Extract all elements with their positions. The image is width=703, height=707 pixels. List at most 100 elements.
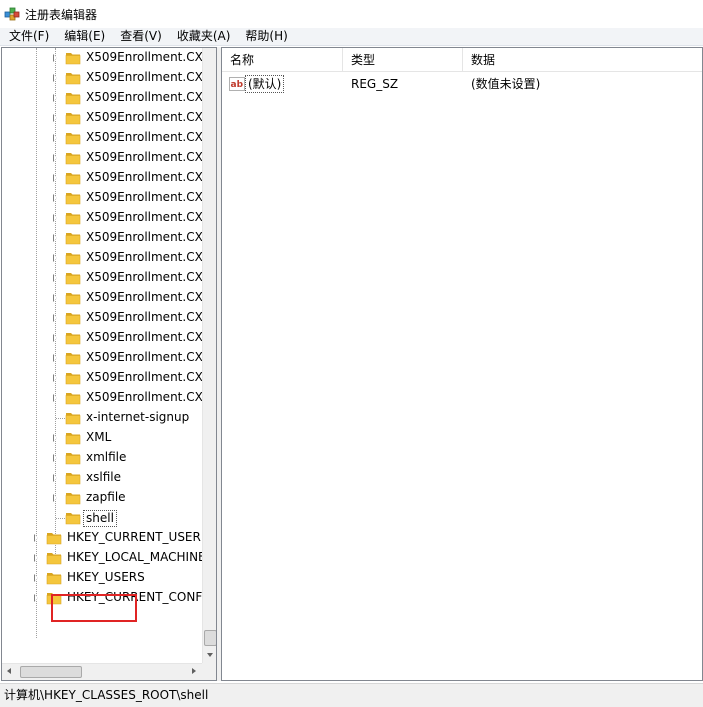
tree-item[interactable]: X509Enrollment.CX5 [2, 68, 202, 88]
column-header-type[interactable]: 类型 [343, 48, 463, 72]
tree-item[interactable]: X509Enrollment.CX5 [2, 288, 202, 308]
horizontal-scroll-thumb[interactable] [20, 666, 82, 678]
scroll-down-arrow-icon[interactable] [203, 647, 216, 663]
tree-item[interactable]: X509Enrollment.CX5 [2, 48, 202, 68]
list-row[interactable]: ab (默认) REG_SZ (数值未设置) [222, 73, 702, 95]
tree-vertical-scrollbar[interactable] [202, 48, 216, 663]
tree-horizontal-scrollbar[interactable] [2, 663, 202, 680]
tree-item-label: X509Enrollment.CX5 [86, 370, 202, 384]
folder-icon [65, 191, 81, 205]
expand-arrow-icon[interactable] [53, 494, 57, 502]
folder-icon [65, 511, 81, 525]
scroll-left-arrow-icon[interactable] [2, 664, 18, 680]
expand-arrow-icon[interactable] [34, 594, 38, 602]
tree-item-label: X509Enrollment.CX5 [86, 90, 202, 104]
tree-item[interactable]: X509Enrollment.CX5 [2, 248, 202, 268]
expand-arrow-icon[interactable] [34, 534, 38, 542]
tree-item[interactable]: X509Enrollment.CX5 [2, 348, 202, 368]
expand-arrow-icon[interactable] [34, 574, 38, 582]
expand-arrow-icon[interactable] [34, 554, 38, 562]
expand-arrow-icon[interactable] [53, 134, 57, 142]
expand-arrow-icon[interactable] [53, 94, 57, 102]
tree-item[interactable]: X509Enrollment.CX5 [2, 268, 202, 288]
tree-item[interactable]: X509Enrollment.CX5 [2, 328, 202, 348]
expand-arrow-icon[interactable] [53, 374, 57, 382]
expand-arrow-icon[interactable] [53, 174, 57, 182]
expand-arrow-icon[interactable] [53, 114, 57, 122]
folder-icon [65, 71, 81, 85]
menu-favorites[interactable]: 收藏夹(A) [169, 28, 238, 46]
folder-icon [65, 331, 81, 345]
menu-file[interactable]: 文件(F) [0, 28, 56, 46]
expand-arrow-icon[interactable] [53, 214, 57, 222]
expand-arrow-icon[interactable] [53, 154, 57, 162]
tree-item[interactable]: X509Enrollment.CX5 [2, 168, 202, 188]
folder-icon [65, 451, 81, 465]
tree-root-hive[interactable]: HKEY_CURRENT_USER [2, 528, 202, 548]
expand-arrow-icon[interactable] [53, 314, 57, 322]
expand-arrow-icon[interactable] [53, 434, 57, 442]
column-header-data[interactable]: 数据 [463, 48, 702, 72]
tree-item[interactable]: X509Enrollment.CX5 [2, 188, 202, 208]
tree-item-label: X509Enrollment.CX5 [86, 330, 202, 344]
tree-item[interactable]: x-internet-signup [2, 408, 202, 428]
expand-arrow-icon[interactable] [53, 354, 57, 362]
column-header-name[interactable]: 名称 [222, 48, 343, 72]
expand-arrow-icon[interactable] [53, 454, 57, 462]
tree-item[interactable]: XML [2, 428, 202, 448]
tree-root-hive[interactable]: HKEY_LOCAL_MACHINE [2, 548, 202, 568]
tree-item-label: X509Enrollment.CX5 [86, 70, 202, 84]
tree-item-label: XML [86, 430, 112, 444]
registry-tree-pane[interactable]: X509Enrollment.CX5 X509Enrollment.CX5 X509… [1, 47, 217, 681]
expand-arrow-icon[interactable] [53, 194, 57, 202]
tree-item[interactable]: X509Enrollment.CX5 [2, 108, 202, 128]
folder-icon [65, 391, 81, 405]
title-bar: 注册表编辑器 [0, 0, 703, 28]
value-name: (默认) [245, 75, 285, 93]
tree-item[interactable]: X509Enrollment.CX5 [2, 388, 202, 408]
tree-item-label: X509Enrollment.CX5 [86, 190, 202, 204]
tree-item[interactable]: zapfile [2, 488, 202, 508]
tree-root-hive[interactable]: HKEY_USERS [2, 568, 202, 588]
expand-arrow-icon[interactable] [53, 294, 57, 302]
expand-arrow-icon[interactable] [53, 234, 57, 242]
tree-item-label: xmlfile [86, 450, 127, 464]
scroll-right-arrow-icon[interactable] [186, 664, 202, 680]
tree-item[interactable]: X509Enrollment.CX5 [2, 208, 202, 228]
tree-item[interactable]: X509Enrollment.CX5 [2, 88, 202, 108]
tree-item[interactable]: X509Enrollment.CX5 [2, 228, 202, 248]
tree-item-label: x-internet-signup [86, 410, 190, 424]
tree-item-label: shell [83, 510, 117, 527]
tree-item-label: X509Enrollment.CX5 [86, 230, 202, 244]
expand-arrow-icon[interactable] [53, 274, 57, 282]
tree-root-label: HKEY_USERS [67, 570, 145, 584]
expand-arrow-icon[interactable] [53, 334, 57, 342]
menu-edit[interactable]: 编辑(E) [56, 28, 112, 46]
expand-arrow-icon[interactable] [53, 54, 57, 62]
tree-item[interactable]: X509Enrollment.CX5 [2, 368, 202, 388]
tree-item[interactable]: X509Enrollment.CX5 [2, 308, 202, 328]
menu-help[interactable]: 帮助(H) [237, 28, 294, 46]
status-bar: 计算机\HKEY_CLASSES_ROOT\shell [0, 683, 703, 707]
status-path: 计算机\HKEY_CLASSES_ROOT\shell [4, 688, 209, 702]
values-list-pane[interactable]: 名称 类型 数据 ab (默认) REG_SZ (数值未设置) [221, 47, 703, 681]
tree-item-label: X509Enrollment.CX5 [86, 390, 202, 404]
folder-icon [46, 551, 62, 565]
tree-item-label: X509Enrollment.CX5 [86, 50, 202, 64]
menu-bar: 文件(F) 编辑(E) 查看(V) 收藏夹(A) 帮助(H) [0, 28, 703, 46]
folder-icon [65, 131, 81, 145]
menu-view[interactable]: 查看(V) [112, 28, 169, 46]
tree-item[interactable]: xmlfile [2, 448, 202, 468]
expand-arrow-icon[interactable] [53, 254, 57, 262]
tree-item-label: xslfile [86, 470, 121, 484]
vertical-scroll-thumb[interactable] [204, 630, 216, 646]
tree-item[interactable]: X509Enrollment.CX5 [2, 128, 202, 148]
folder-icon [46, 571, 62, 585]
expand-arrow-icon[interactable] [53, 474, 57, 482]
tree-item[interactable]: xslfile [2, 468, 202, 488]
tree-item[interactable]: X509Enrollment.CX5 [2, 148, 202, 168]
expand-arrow-icon[interactable] [53, 394, 57, 402]
expand-arrow-icon[interactable] [53, 74, 57, 82]
folder-icon [65, 91, 81, 105]
tree-item[interactable]: shell [2, 508, 202, 528]
